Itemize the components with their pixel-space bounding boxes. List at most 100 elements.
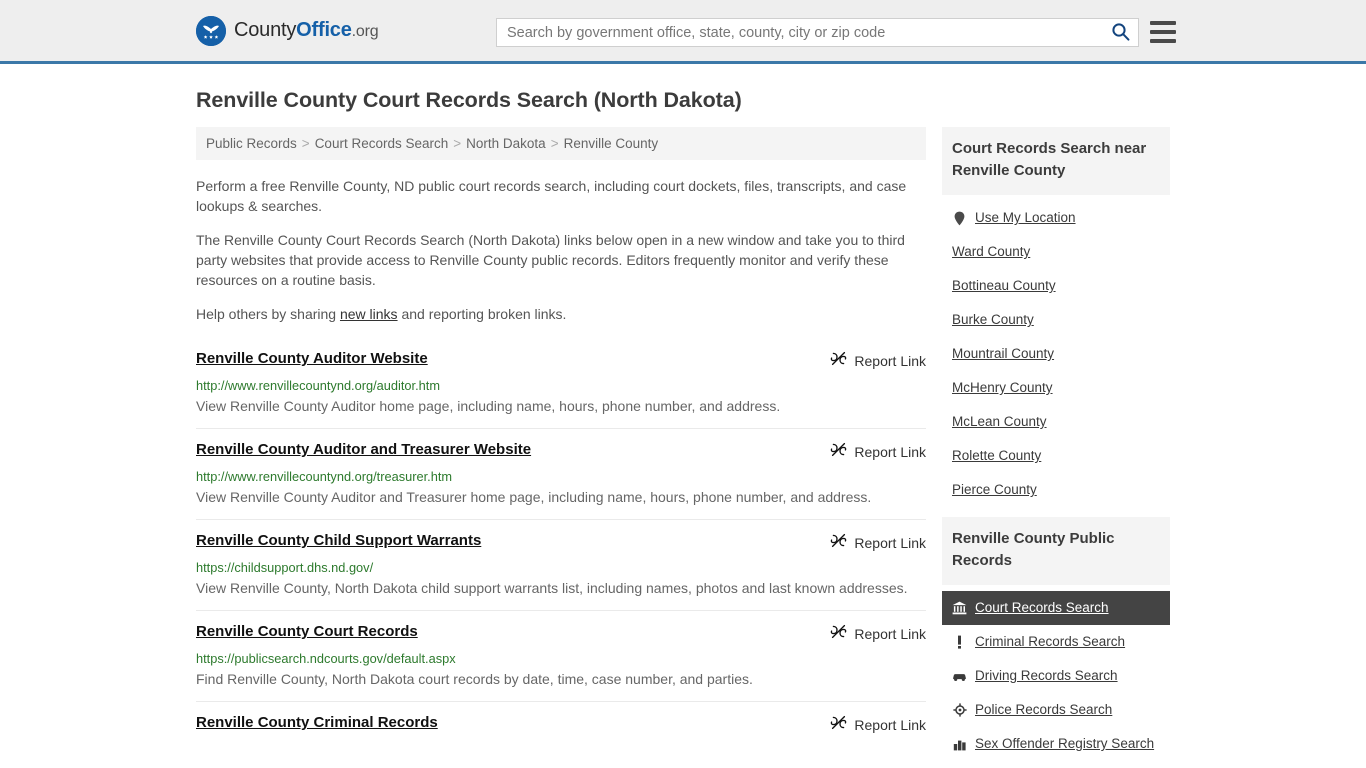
report-link-button[interactable]: Report Link <box>814 714 926 736</box>
report-link-label: Report Link <box>854 444 926 460</box>
sidebar-item-label: Bottineau County <box>952 278 1056 293</box>
result-header: Renville County Court Records Report Lin… <box>196 623 926 645</box>
result-url[interactable]: http://www.renvillecountynd.org/treasure… <box>196 469 926 484</box>
breadcrumb-item-court-records-search[interactable]: Court Records Search <box>315 136 449 151</box>
search-bar[interactable] <box>496 18 1139 47</box>
result-title-link[interactable]: Renville County Child Support Warrants <box>196 532 481 550</box>
result-description: View Renville County Auditor home page, … <box>196 398 781 414</box>
hamburger-bar <box>1150 30 1176 34</box>
broken-link-icon <box>830 623 847 645</box>
sidebar-item-burke-county[interactable]: Burke County <box>942 303 1170 337</box>
sidebar-item-label: McLean County <box>952 414 1047 429</box>
intro-paragraph-1: Perform a free Renville County, ND publi… <box>196 178 907 214</box>
sidebar-item-label: Burke County <box>952 312 1034 327</box>
sidebar-item-label: Criminal Records Search <box>975 634 1126 649</box>
report-link-label: Report Link <box>854 717 926 733</box>
result-header: Renville County Child Support Warrants R… <box>196 532 926 554</box>
sidebar-item-label: Court Records Search <box>975 600 1109 615</box>
result-url[interactable]: http://www.renvillecountynd.org/auditor.… <box>196 378 926 393</box>
breadcrumb-separator: > <box>550 136 559 151</box>
sidebar-item-pierce-county[interactable]: Pierce County <box>942 473 1170 507</box>
exclamation-icon <box>952 635 967 649</box>
sidebar-item-mchenry-county[interactable]: McHenry County <box>942 371 1170 405</box>
result-url[interactable]: https://publicsearch.ndcourts.gov/defaul… <box>196 651 926 666</box>
result-description: View Renville County, North Dakota child… <box>196 580 908 596</box>
site-header: CountyOffice.org <box>0 0 1366 64</box>
sidebar-item-court-records-search[interactable]: Court Records Search <box>942 591 1170 625</box>
sidebar-item-driving-records-search[interactable]: Driving Records Search <box>942 659 1170 693</box>
nearby-panel: Court Records Search near Renville Count… <box>942 127 1170 507</box>
report-link-button[interactable]: Report Link <box>814 623 926 645</box>
result-title-link[interactable]: Renville County Court Records <box>196 623 418 641</box>
main-content: Public Records > Court Records Search > … <box>196 127 926 747</box>
site-logo[interactable]: CountyOffice.org <box>196 15 379 46</box>
breadcrumb: Public Records > Court Records Search > … <box>196 127 926 160</box>
sidebar-item-label: Rolette County <box>952 448 1042 463</box>
sidebar-item-sex-offender-registry-search[interactable]: Sex Offender Registry Search <box>942 727 1170 761</box>
sidebar-item-criminal-records-search[interactable]: Criminal Records Search <box>942 625 1170 659</box>
result-header: Renville County Auditor and Treasurer We… <box>196 441 926 463</box>
breadcrumb-item-north-dakota[interactable]: North Dakota <box>466 136 546 151</box>
breadcrumb-item-renville-county[interactable]: Renville County <box>564 136 659 151</box>
result-title-link[interactable]: Renville County Auditor and Treasurer We… <box>196 441 531 459</box>
breadcrumb-item-public-records[interactable]: Public Records <box>206 136 297 151</box>
intro-paragraph-2: The Renville County Court Records Search… <box>196 232 905 288</box>
result-title-link[interactable]: Renville County Criminal Records <box>196 714 438 732</box>
intro-p3-after: and reporting broken links. <box>397 306 567 322</box>
report-link-label: Report Link <box>854 535 926 551</box>
result-url[interactable]: https://childsupport.dhs.nd.gov/ <box>196 560 926 575</box>
sidebar-item-label: Pierce County <box>952 482 1037 497</box>
sidebar-item-police-records-search[interactable]: Police Records Search <box>942 693 1170 727</box>
sidebar-item-mclean-county[interactable]: McLean County <box>942 405 1170 439</box>
logo-text-county: County <box>234 19 297 41</box>
public-records-panel: Renville County Public Records Court Rec… <box>942 517 1170 761</box>
sidebar-item-label: Mountrail County <box>952 346 1055 361</box>
courthouse-icon <box>952 601 967 615</box>
result-item: Renville County Court Records Report Lin… <box>196 610 926 701</box>
sidebar-item-use-my-location[interactable]: Use My Location <box>942 201 1170 235</box>
result-description: View Renville County Auditor and Treasur… <box>196 489 872 505</box>
new-links-link[interactable]: new links <box>340 306 398 322</box>
report-link-label: Report Link <box>854 353 926 369</box>
hamburger-bar <box>1150 21 1176 25</box>
nearby-panel-list: Use My Location Ward County Bottineau Co… <box>942 195 1170 507</box>
site-logo-text: CountyOffice.org <box>234 19 379 42</box>
report-link-button[interactable]: Report Link <box>814 350 926 372</box>
nearby-panel-heading: Court Records Search near Renville Count… <box>942 127 1170 195</box>
police-badge-icon <box>952 703 967 717</box>
broken-link-icon <box>830 350 847 372</box>
sidebar-item-label: Use My Location <box>975 210 1076 225</box>
sidebar-item-ward-county[interactable]: Ward County <box>942 235 1170 269</box>
search-icon <box>1111 22 1130 44</box>
report-link-label: Report Link <box>854 626 926 642</box>
result-item: Renville County Child Support Warrants R… <box>196 519 926 610</box>
sidebar-item-rolette-county[interactable]: Rolette County <box>942 439 1170 473</box>
buildings-icon <box>952 738 967 751</box>
eagle-seal-icon <box>196 15 226 46</box>
intro-p3-before: Help others by sharing <box>196 306 340 322</box>
search-input[interactable] <box>497 19 1102 46</box>
result-title-link[interactable]: Renville County Auditor Website <box>196 350 428 368</box>
sidebar-item-mountrail-county[interactable]: Mountrail County <box>942 337 1170 371</box>
result-item: Renville County Criminal Records Report … <box>196 701 926 747</box>
car-icon <box>952 671 967 682</box>
sidebar-item-label: McHenry County <box>952 380 1053 395</box>
page-body: Renville County Court Records Search (No… <box>0 88 1366 768</box>
result-item: Renville County Auditor Website Report L… <box>196 338 926 428</box>
result-header: Renville County Criminal Records Report … <box>196 714 926 736</box>
report-link-button[interactable]: Report Link <box>814 441 926 463</box>
search-button[interactable] <box>1102 19 1138 46</box>
result-header: Renville County Auditor Website Report L… <box>196 350 926 372</box>
sidebar-item-label: Police Records Search <box>975 702 1113 717</box>
broken-link-icon <box>830 714 847 736</box>
intro-section: Perform a free Renville County, ND publi… <box>196 176 926 324</box>
broken-link-icon <box>830 532 847 554</box>
map-pin-icon <box>952 211 967 226</box>
hamburger-bar <box>1150 39 1176 43</box>
report-link-button[interactable]: Report Link <box>814 532 926 554</box>
intro-paragraph-3: Help others by sharing new links and rep… <box>196 304 926 324</box>
hamburger-menu-icon[interactable] <box>1150 21 1176 43</box>
sidebar-item-bottineau-county[interactable]: Bottineau County <box>942 269 1170 303</box>
content-columns: Public Records > Court Records Search > … <box>196 127 1170 768</box>
sidebar-item-label: Sex Offender Registry Search <box>975 736 1155 751</box>
